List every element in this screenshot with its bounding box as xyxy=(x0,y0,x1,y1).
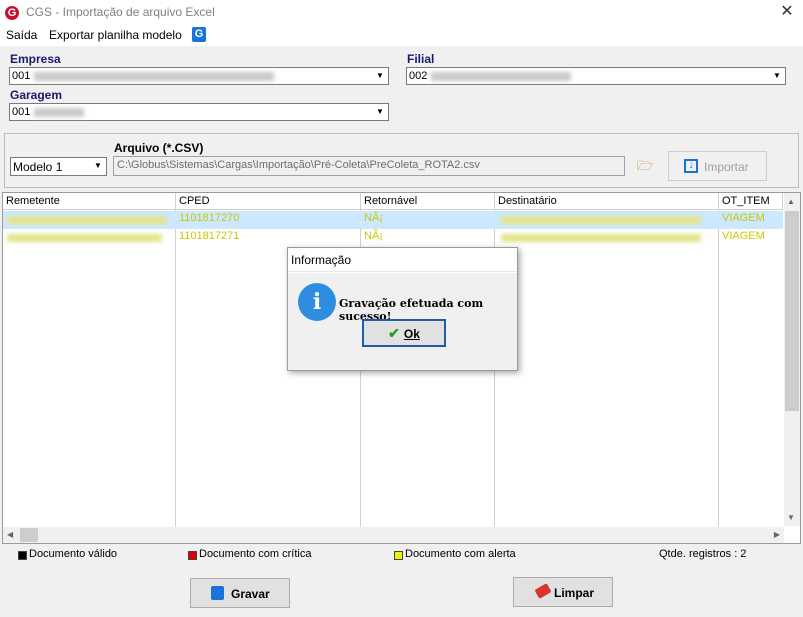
dialog-body: i Gravação efetuada com sucesso! ✔ Ok xyxy=(288,273,517,370)
window-title: CGS - Importação de arquivo Excel xyxy=(26,5,215,19)
scroll-right-icon[interactable]: ▶ xyxy=(774,530,780,539)
column-header-destinatario[interactable]: Destinatário xyxy=(495,193,719,210)
gravar-label: Gravar xyxy=(231,587,270,601)
checkmark-icon: ✔ xyxy=(388,325,400,341)
importar-button[interactable]: ↓ Importar xyxy=(668,151,767,181)
column-header-ot-item[interactable]: OT_ITEM xyxy=(719,193,783,210)
menu-saida[interactable]: Saída xyxy=(6,28,37,42)
cped-cell: 1101817270 xyxy=(179,212,240,224)
eraser-icon xyxy=(534,583,552,599)
legend-valido: Documento válido xyxy=(29,548,118,560)
limpar-button[interactable]: Limpar xyxy=(513,577,613,607)
scroll-thumb[interactable] xyxy=(785,211,799,411)
horizontal-scrollbar[interactable]: ◀ ▶ xyxy=(3,527,784,543)
retornavel-cell: NÃ¡ xyxy=(364,212,383,224)
filial-code: 002 xyxy=(409,70,428,82)
destinatario-redacted xyxy=(501,234,701,242)
garagem-name-redacted xyxy=(34,108,84,117)
empresa-code: 001 xyxy=(12,70,31,82)
gravar-button[interactable]: Gravar xyxy=(190,578,290,608)
legend-square-valido xyxy=(18,551,27,560)
legend-square-critica xyxy=(188,551,197,560)
chevron-down-icon[interactable]: ▼ xyxy=(89,158,106,174)
empresa-combo[interactable]: 001 ▼ xyxy=(9,67,389,85)
remetente-redacted xyxy=(7,234,162,242)
ot-item-cell: VIAGEM xyxy=(722,212,765,224)
close-icon[interactable]: ✕ xyxy=(777,2,797,22)
scroll-left-icon[interactable]: ◀ xyxy=(7,530,13,539)
empresa-label: Empresa xyxy=(10,52,61,66)
scroll-up-icon[interactable]: ▲ xyxy=(787,197,795,206)
arquivo-path-field[interactable]: C:\Globus\Sistemas\Cargas\Importação\Pré… xyxy=(113,156,625,176)
legend-square-alerta xyxy=(394,551,403,560)
importar-label: Importar xyxy=(704,160,749,174)
column-header-retornavel[interactable]: Retornável xyxy=(361,193,495,210)
table-row[interactable]: 1101817271 NÃ¡ VIAGEM xyxy=(3,229,783,247)
filial-name-redacted xyxy=(431,72,571,81)
app-logo-icon: G xyxy=(5,6,19,20)
garagem-code: 001 xyxy=(12,106,31,118)
arquivo-label: Arquivo (*.CSV) xyxy=(114,141,204,155)
scroll-down-icon[interactable]: ▼ xyxy=(787,513,795,522)
chevron-down-icon[interactable]: ▼ xyxy=(768,68,785,84)
download-icon: ↓ xyxy=(684,159,698,173)
column-header-remetente[interactable]: Remetente xyxy=(3,193,176,210)
limpar-label: Limpar xyxy=(554,586,595,600)
column-header-cped[interactable]: CPED xyxy=(176,193,361,210)
ok-label: Ok xyxy=(403,327,420,341)
destinatario-redacted xyxy=(501,216,701,224)
garagem-combo[interactable]: 001 ▼ xyxy=(9,103,389,121)
globus-g-icon[interactable]: G xyxy=(192,27,206,42)
vertical-scrollbar[interactable]: ▲ ▼ xyxy=(784,193,800,526)
registros-count: Qtde. registros : 2 xyxy=(659,548,747,560)
table-row[interactable]: 1101817270 NÃ¡ VIAGEM xyxy=(3,211,783,229)
empresa-name-redacted xyxy=(34,72,274,81)
ot-item-cell: VIAGEM xyxy=(722,230,765,242)
remetente-redacted xyxy=(7,216,167,224)
filial-combo[interactable]: 002 ▼ xyxy=(406,67,786,85)
info-dialog: Informação i Gravação efetuada com suces… xyxy=(287,247,518,371)
modelo-selected: Modelo 1 xyxy=(13,160,63,174)
folder-open-icon[interactable]: 🗁 xyxy=(637,157,653,179)
chevron-down-icon[interactable]: ▼ xyxy=(371,104,388,120)
garagem-label: Garagem xyxy=(10,88,63,102)
legend-alerta: Documento com alerta xyxy=(405,548,516,560)
legend-critica: Documento com crítica xyxy=(199,548,312,560)
cped-cell: 1101817271 xyxy=(179,230,240,242)
modelo-select[interactable]: Modelo 1 ▼ xyxy=(10,157,107,176)
retornavel-cell: NÃ¡ xyxy=(364,230,383,242)
save-icon xyxy=(211,586,224,600)
info-icon: i xyxy=(298,283,336,321)
ok-button[interactable]: ✔ Ok xyxy=(362,319,446,347)
dialog-title: Informação xyxy=(288,248,517,272)
menu-exportar-planilha[interactable]: Exportar planilha modelo xyxy=(49,28,182,42)
scroll-thumb[interactable] xyxy=(20,528,38,542)
filial-label: Filial xyxy=(407,52,435,66)
chevron-down-icon[interactable]: ▼ xyxy=(371,68,388,84)
